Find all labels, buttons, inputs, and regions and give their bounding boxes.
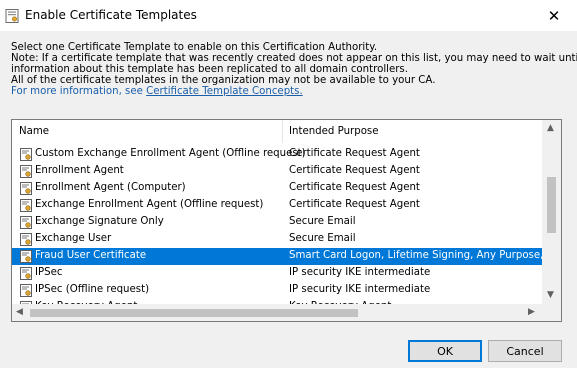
certificate-template-icon — [20, 267, 32, 283]
more-info-text: For more information, see — [11, 86, 147, 97]
template-intended-purpose: IP security IKE intermediate — [289, 267, 431, 278]
certificate-template-icon — [20, 165, 32, 181]
template-name: Exchange User — [35, 233, 112, 244]
template-intended-purpose: Secure Email — [289, 233, 356, 244]
template-intended-purpose: Certificate Request Agent — [289, 182, 420, 193]
certificate-template-concepts-link[interactable]: Certificate Template Concepts. — [146, 86, 303, 97]
certificate-app-icon — [5, 9, 19, 26]
certificate-template-icon — [20, 250, 32, 266]
table-row[interactable]: Custom Exchange Enrollment Agent (Offlin… — [12, 146, 542, 163]
certificate-template-icon — [20, 284, 32, 300]
scroll-right-arrow-icon[interactable]: ▶ — [528, 307, 535, 317]
certificate-template-list[interactable]: Name Intended Purpose Custom Exchange En… — [11, 119, 562, 322]
cancel-button[interactable]: Cancel — [488, 340, 562, 362]
close-button[interactable]: ✕ — [531, 0, 577, 31]
scroll-down-arrow-icon[interactable]: ▼ — [547, 290, 554, 300]
column-divider[interactable] — [282, 120, 283, 143]
table-row[interactable]: IPSec IP security IKE intermediate — [12, 265, 542, 282]
table-row[interactable]: Enrollment Agent Certificate Request Agen… — [12, 163, 542, 180]
ok-button[interactable]: OK — [408, 340, 482, 362]
template-name: Exchange Enrollment Agent (Offline reque… — [35, 199, 264, 210]
description-line: Select one Certificate Template to enabl… — [11, 42, 378, 53]
list-rows: Custom Exchange Enrollment Agent (Offlin… — [12, 146, 542, 316]
certificate-template-icon — [20, 148, 32, 164]
table-row[interactable]: IPSec (Offline request) IP security IKE i… — [12, 282, 542, 299]
template-intended-purpose: Certificate Request Agent — [289, 148, 420, 159]
table-row[interactable]: Exchange Signature Only Secure Email — [12, 214, 542, 231]
scrollbar-corner — [542, 304, 561, 321]
certificate-template-icon — [20, 199, 32, 215]
description-line: All of the certificate templates in the … — [11, 75, 436, 86]
template-name: IPSec (Offline request) — [35, 284, 150, 295]
table-row[interactable]: Fraud User Certificate Smart Card Logon, … — [12, 248, 542, 265]
template-name: Enrollment Agent — [35, 165, 124, 176]
template-name: Exchange Signature Only — [35, 216, 164, 227]
certificate-template-icon — [20, 216, 32, 232]
vertical-scroll-thumb[interactable] — [547, 177, 556, 233]
template-intended-purpose: Certificate Request Agent — [289, 199, 420, 210]
table-row[interactable]: Exchange User Secure Email — [12, 231, 542, 248]
title-bar: Enable Certificate Templates ✕ — [0, 0, 577, 31]
template-name: Custom Exchange Enrollment Agent (Offlin… — [35, 148, 306, 159]
window-title: Enable Certificate Templates — [25, 8, 197, 22]
template-intended-purpose: Certificate Request Agent — [289, 165, 420, 176]
template-name: Fraud User Certificate — [35, 250, 147, 261]
more-info-line: For more information, see Certificate Te… — [11, 86, 571, 97]
certificate-template-icon — [20, 233, 32, 249]
scroll-up-arrow-icon[interactable]: ▲ — [547, 123, 554, 133]
column-header-intended-purpose[interactable]: Intended Purpose — [289, 126, 379, 137]
template-name: IPSec — [35, 267, 63, 278]
certificate-template-icon — [20, 182, 32, 198]
description-line: Note: If a certificate template that was… — [11, 53, 577, 64]
template-name: Enrollment Agent (Computer) — [35, 182, 186, 193]
list-header: Name Intended Purpose — [12, 120, 542, 143]
description: Select one Certificate Template to enabl… — [11, 42, 577, 97]
horizontal-scrollbar[interactable]: ◀ ▶ — [12, 304, 542, 321]
table-row[interactable]: Enrollment Agent (Computer) Certificate R… — [12, 180, 542, 197]
table-row[interactable]: Exchange Enrollment Agent (Offline reque… — [12, 197, 542, 214]
template-intended-purpose: IP security IKE intermediate — [289, 284, 431, 295]
template-intended-purpose: Secure Email — [289, 216, 356, 227]
template-intended-purpose: Smart Card Logon, Lifetime Signing, Any … — [289, 250, 542, 261]
column-header-name[interactable]: Name — [19, 126, 49, 137]
scroll-left-arrow-icon[interactable]: ◀ — [16, 307, 23, 317]
horizontal-scroll-thumb[interactable] — [30, 309, 358, 317]
description-line: information about this template has been… — [11, 64, 408, 75]
vertical-scrollbar[interactable]: ▲ ▼ — [542, 120, 561, 304]
